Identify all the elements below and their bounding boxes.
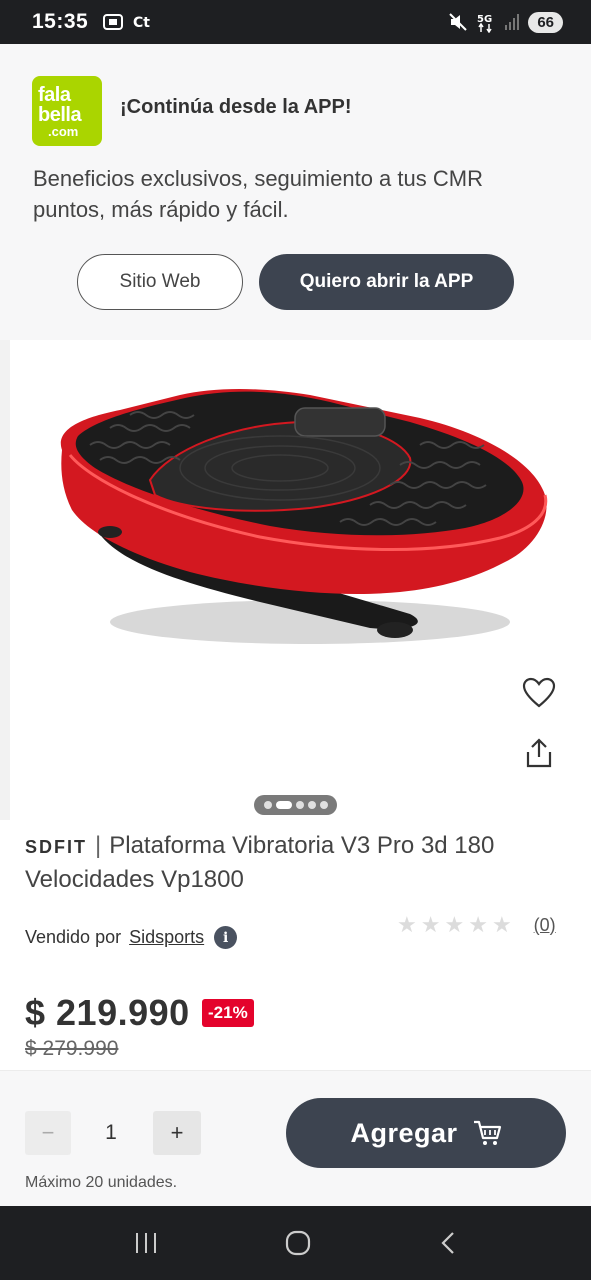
battery-indicator: 66	[528, 11, 563, 33]
product-title: SDFIT | Plataforma Vibratoria V3 Pro 3d 18…	[25, 829, 570, 897]
back-icon[interactable]	[437, 1230, 459, 1256]
add-to-cart-button[interactable]: Agregar	[286, 1098, 566, 1168]
purchase-bar: − 1 + Máximo 20 unidades. Agregar	[0, 1070, 591, 1206]
vibration-platform-image	[60, 389, 548, 644]
info-icon[interactable]: i	[214, 926, 238, 949]
star-icon: ★	[444, 912, 465, 937]
review-count[interactable]: (0)	[534, 915, 556, 936]
sold-by-label: Vendido por	[25, 927, 122, 947]
5g-icon: 5G	[477, 14, 492, 33]
screenshot-icon	[103, 14, 124, 30]
signal-icon	[505, 14, 520, 30]
status-right-icons: 5G 66	[448, 11, 563, 33]
star-icon: ★	[397, 912, 417, 937]
svg-text:Ct: Ct	[133, 15, 150, 31]
old-price: $ 279.990	[25, 1037, 119, 1060]
quantity-value[interactable]: 1	[90, 1121, 132, 1145]
product-brand[interactable]: SDFIT	[25, 837, 87, 857]
title-separator: |	[95, 832, 102, 859]
seller-link[interactable]: Sidsports	[129, 927, 204, 948]
star-icon: ★	[491, 912, 512, 937]
quantity-increase-button[interactable]: +	[153, 1111, 201, 1155]
rating[interactable]: ★ ★ ★ ★ ★ (0)	[397, 912, 556, 938]
app-banner: fala bella .com ¡Continúa desde la APP! …	[0, 44, 591, 340]
current-price: $ 219.990	[25, 992, 190, 1033]
cart-icon	[473, 1120, 501, 1145]
gallery-dot[interactable]	[295, 801, 304, 809]
home-icon[interactable]	[284, 1229, 312, 1257]
star-icon: ★	[468, 912, 488, 937]
gallery-pagination-dots[interactable]	[254, 795, 337, 815]
banner-description: Beneficios exclusivos, seguimiento a tus…	[33, 166, 483, 222]
falabella-logo: fala bella .com	[32, 76, 102, 146]
share-icon[interactable]	[524, 737, 554, 769]
recent-apps-icon[interactable]	[133, 1230, 159, 1256]
discount-badge: -21%	[202, 999, 254, 1027]
mute-icon	[449, 13, 468, 31]
svg-text:5G: 5G	[477, 14, 492, 25]
navigation-bar	[0, 1206, 591, 1280]
favorite-heart-icon[interactable]	[522, 677, 556, 709]
add-to-cart-label: Agregar	[350, 1117, 458, 1148]
gallery-dot[interactable]	[319, 801, 328, 809]
gallery-dot[interactable]	[263, 801, 272, 809]
gallery-dot-active[interactable]	[275, 801, 292, 809]
banner-title: ¡Continúa desde la APP!	[120, 96, 352, 118]
carrier-icon: Ct	[133, 15, 150, 31]
open-app-button[interactable]: Quiero abrir la APP	[259, 254, 514, 310]
max-units-note: Máximo 20 unidades.	[25, 1174, 178, 1191]
star-icon: ★	[420, 912, 441, 937]
status-bar: 15:35 Ct 5G 66	[0, 0, 591, 44]
product-image[interactable]	[0, 340, 591, 820]
website-button[interactable]: Sitio Web	[77, 254, 243, 310]
status-left-icons: Ct	[102, 12, 154, 32]
gallery-dot[interactable]	[307, 801, 316, 809]
quantity-decrease-button[interactable]: −	[25, 1111, 71, 1155]
sold-by: Vendido por Sidsports i	[25, 926, 238, 949]
status-time: 15:35	[32, 10, 89, 33]
